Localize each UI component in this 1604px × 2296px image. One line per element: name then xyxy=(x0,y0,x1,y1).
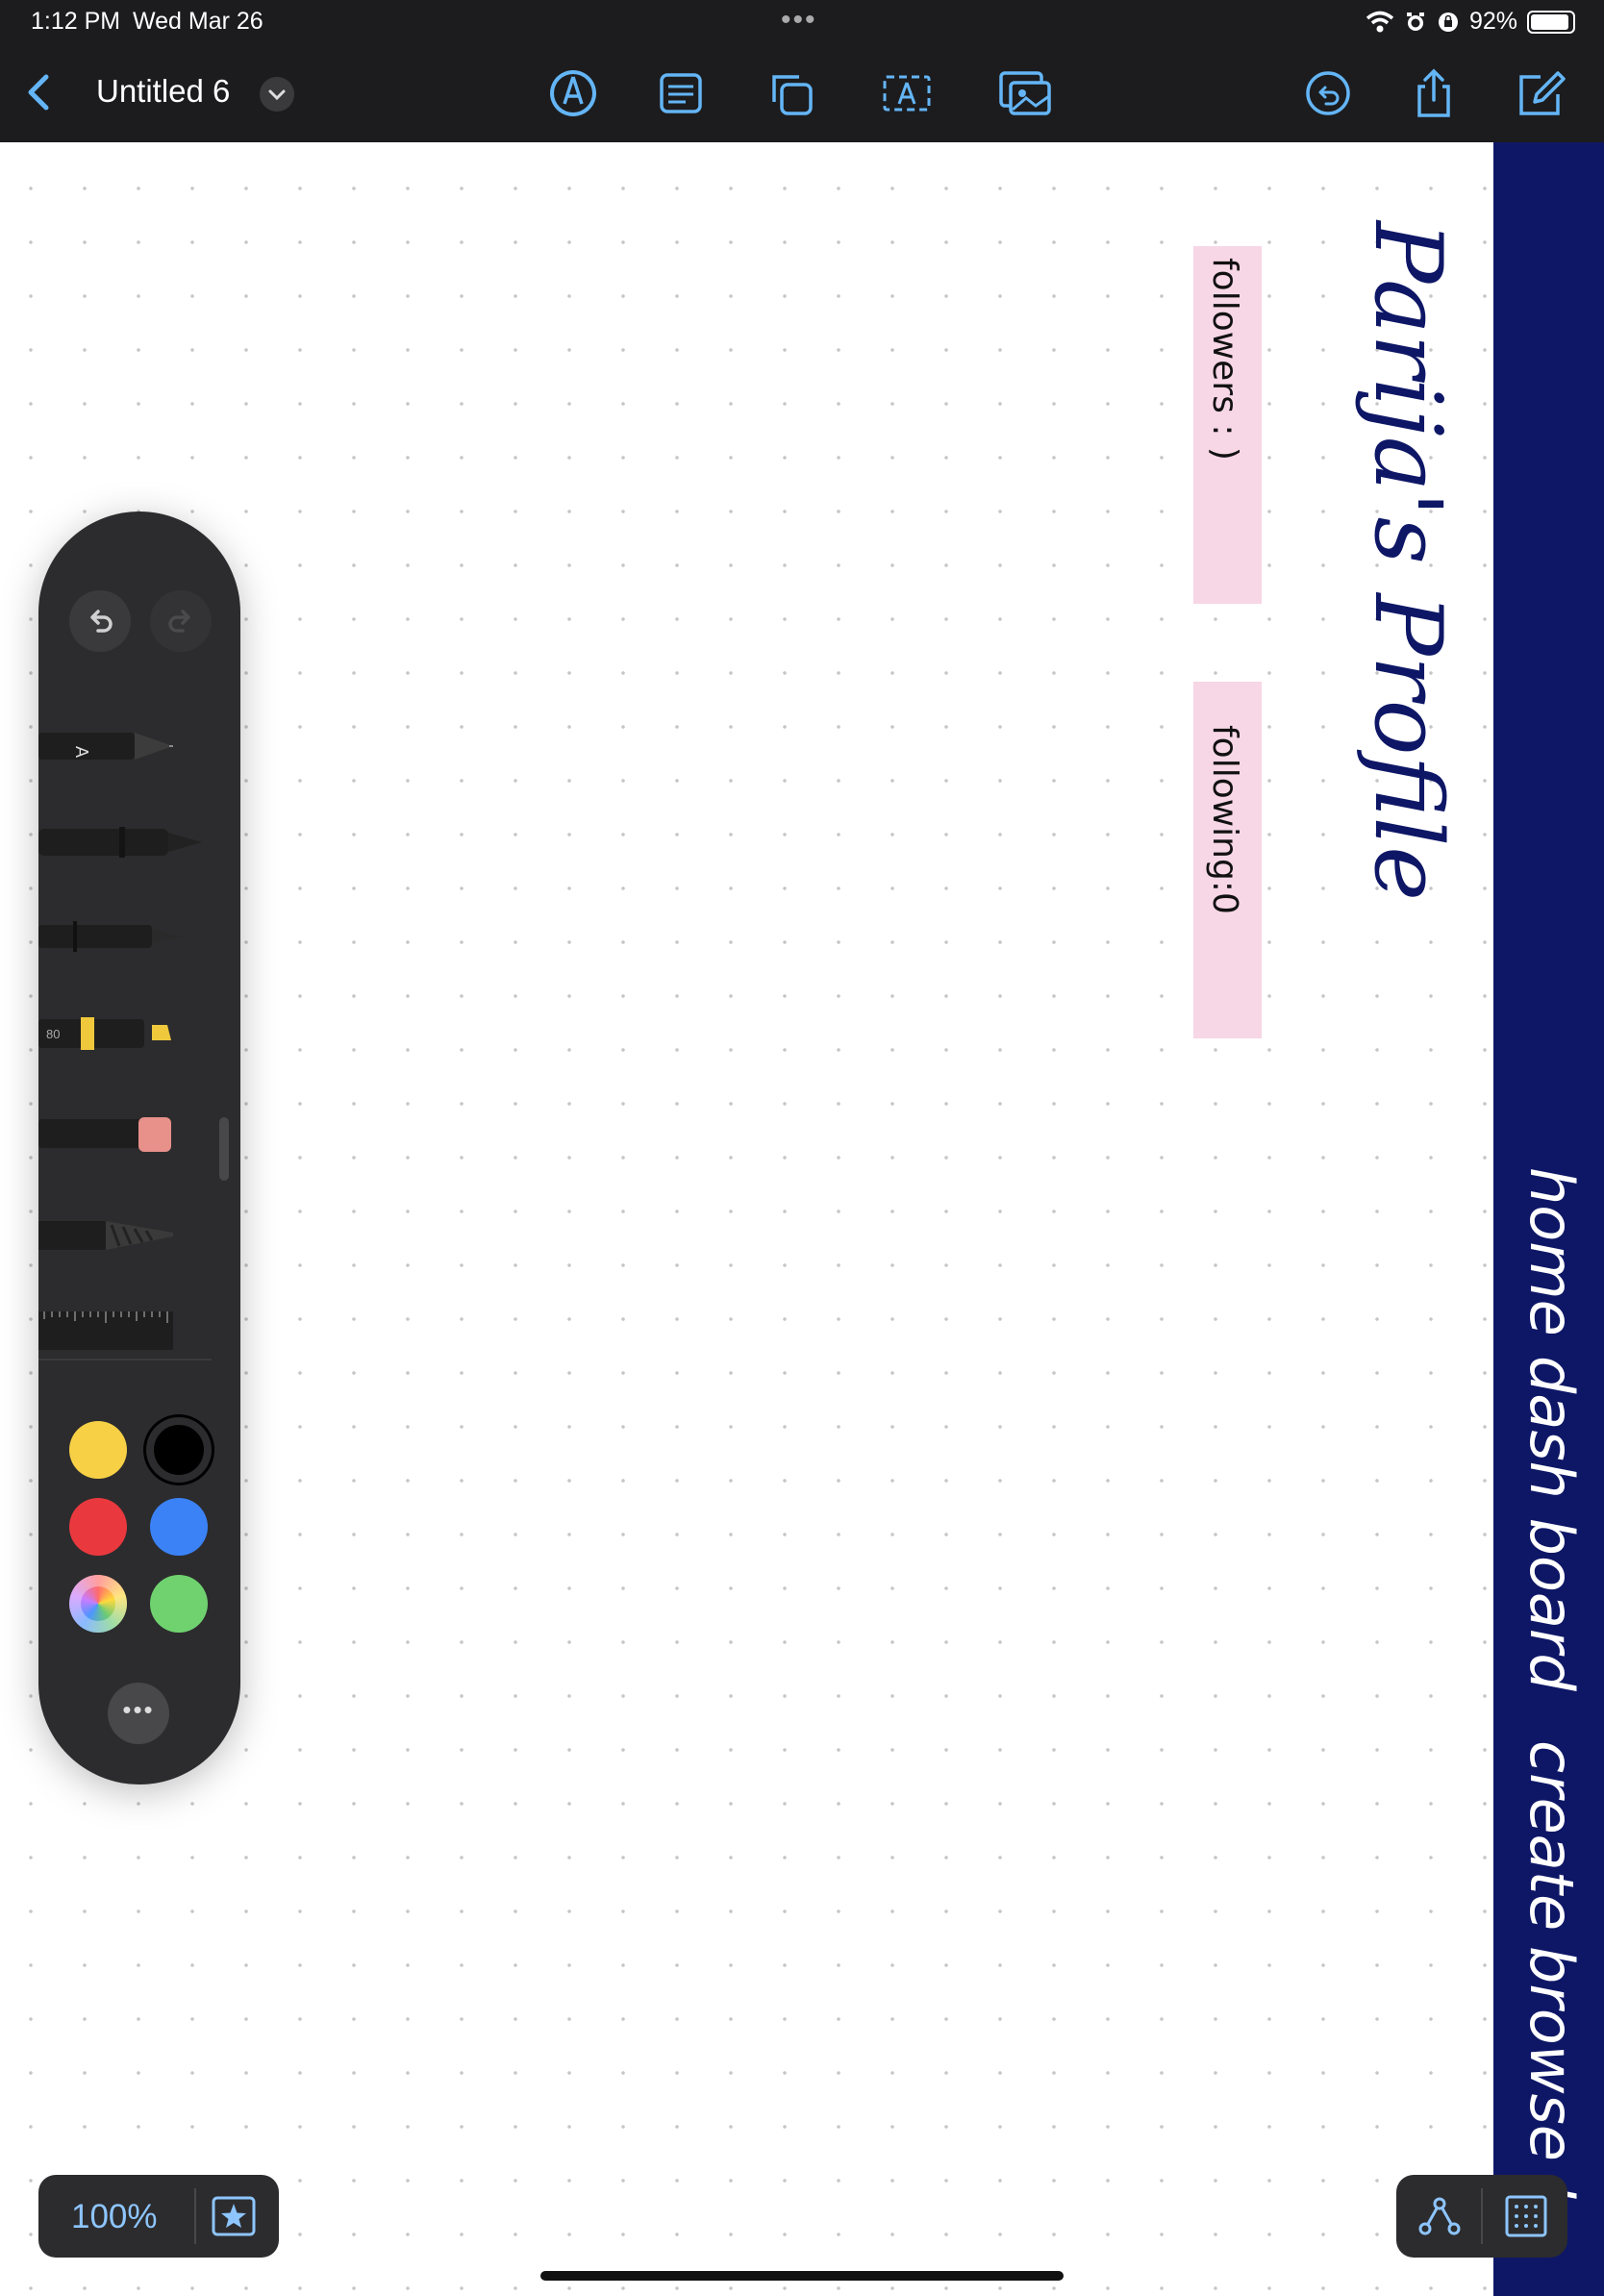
color-swatch-red[interactable] xyxy=(69,1498,127,1556)
multitasking-dots-icon[interactable]: ••• xyxy=(781,4,817,37)
palette-divider xyxy=(38,1359,212,1360)
followers-text: followers : ) xyxy=(1205,258,1244,461)
nav-label-home: home xyxy=(1516,1167,1587,1336)
undo-history-icon[interactable] xyxy=(1300,67,1356,119)
shapes-icon[interactable] xyxy=(764,67,820,119)
ellipsis-icon[interactable]: ••• xyxy=(108,1683,169,1744)
monoline-label: A xyxy=(72,746,91,758)
zoom-control: 100% xyxy=(38,2175,279,2258)
chevron-down-icon[interactable] xyxy=(260,77,294,112)
star-box-icon[interactable] xyxy=(210,2192,258,2240)
pen-tool-icon[interactable] xyxy=(545,67,601,119)
zoom-level[interactable]: 100% xyxy=(71,2198,158,2236)
status-icons: 92% xyxy=(1366,8,1575,36)
sticky-note-icon[interactable] xyxy=(653,67,709,119)
document-title[interactable]: Untitled 6 xyxy=(96,73,230,110)
tool-palette: A 80 ••• xyxy=(38,512,240,1784)
fineliner-tool[interactable] xyxy=(38,904,240,971)
status-time: 1:12 PM xyxy=(31,8,121,35)
chevron-left-icon[interactable] xyxy=(19,67,58,117)
nav-label-browse: browse xyxy=(1516,1946,1587,2161)
highlighter-tool[interactable]: 80 xyxy=(38,1000,240,1067)
color-swatch-black[interactable] xyxy=(150,1421,208,1479)
color-swatch-multicolor[interactable] xyxy=(69,1575,127,1633)
status-date: Wed Mar 26 xyxy=(133,8,263,35)
redo-icon[interactable] xyxy=(150,590,212,652)
pencil-tool[interactable] xyxy=(38,1202,240,1269)
bottom-tools-divider xyxy=(1481,2188,1483,2244)
home-indicator[interactable] xyxy=(540,2271,1064,2281)
nav-label-dashboard: dash board xyxy=(1516,1356,1587,1691)
battery-percent: 92% xyxy=(1468,8,1517,35)
media-icon[interactable] xyxy=(997,67,1053,119)
bottom-tools xyxy=(1396,2175,1567,2258)
nav-label-create: create xyxy=(1516,1740,1587,1932)
highlighter-label: 80 xyxy=(46,1027,60,1041)
rotation-lock-icon xyxy=(1438,12,1458,32)
share-icon[interactable] xyxy=(1406,67,1462,119)
fountain-pen-tool[interactable] xyxy=(38,810,240,877)
zoom-divider xyxy=(194,2188,196,2244)
status-bar: 1:12 PM Wed Mar 26 ••• 92% xyxy=(0,0,1604,44)
following-text: following:0 xyxy=(1205,725,1244,914)
battery-icon xyxy=(1527,10,1575,34)
color-swatch-yellow[interactable] xyxy=(69,1421,127,1479)
monoline-pen-tool[interactable]: A xyxy=(38,713,240,781)
text-box-icon[interactable] xyxy=(879,67,935,119)
palette-scroll-handle[interactable] xyxy=(219,1117,229,1181)
ruler-tool[interactable] xyxy=(38,1288,240,1356)
color-swatch-blue[interactable] xyxy=(150,1498,208,1556)
new-board-icon[interactable] xyxy=(1514,67,1569,119)
grid-icon[interactable] xyxy=(1502,2192,1550,2240)
eraser-tool[interactable] xyxy=(38,1100,240,1167)
connector-icon[interactable] xyxy=(1416,2192,1464,2240)
undo-icon[interactable] xyxy=(69,590,131,652)
top-toolbar: Untitled 6 xyxy=(0,44,1604,142)
wifi-icon xyxy=(1366,11,1394,32)
color-swatch-green[interactable] xyxy=(150,1575,208,1633)
alarm-icon xyxy=(1406,12,1424,31)
profile-heading: Parija's Profile xyxy=(1354,221,1462,902)
